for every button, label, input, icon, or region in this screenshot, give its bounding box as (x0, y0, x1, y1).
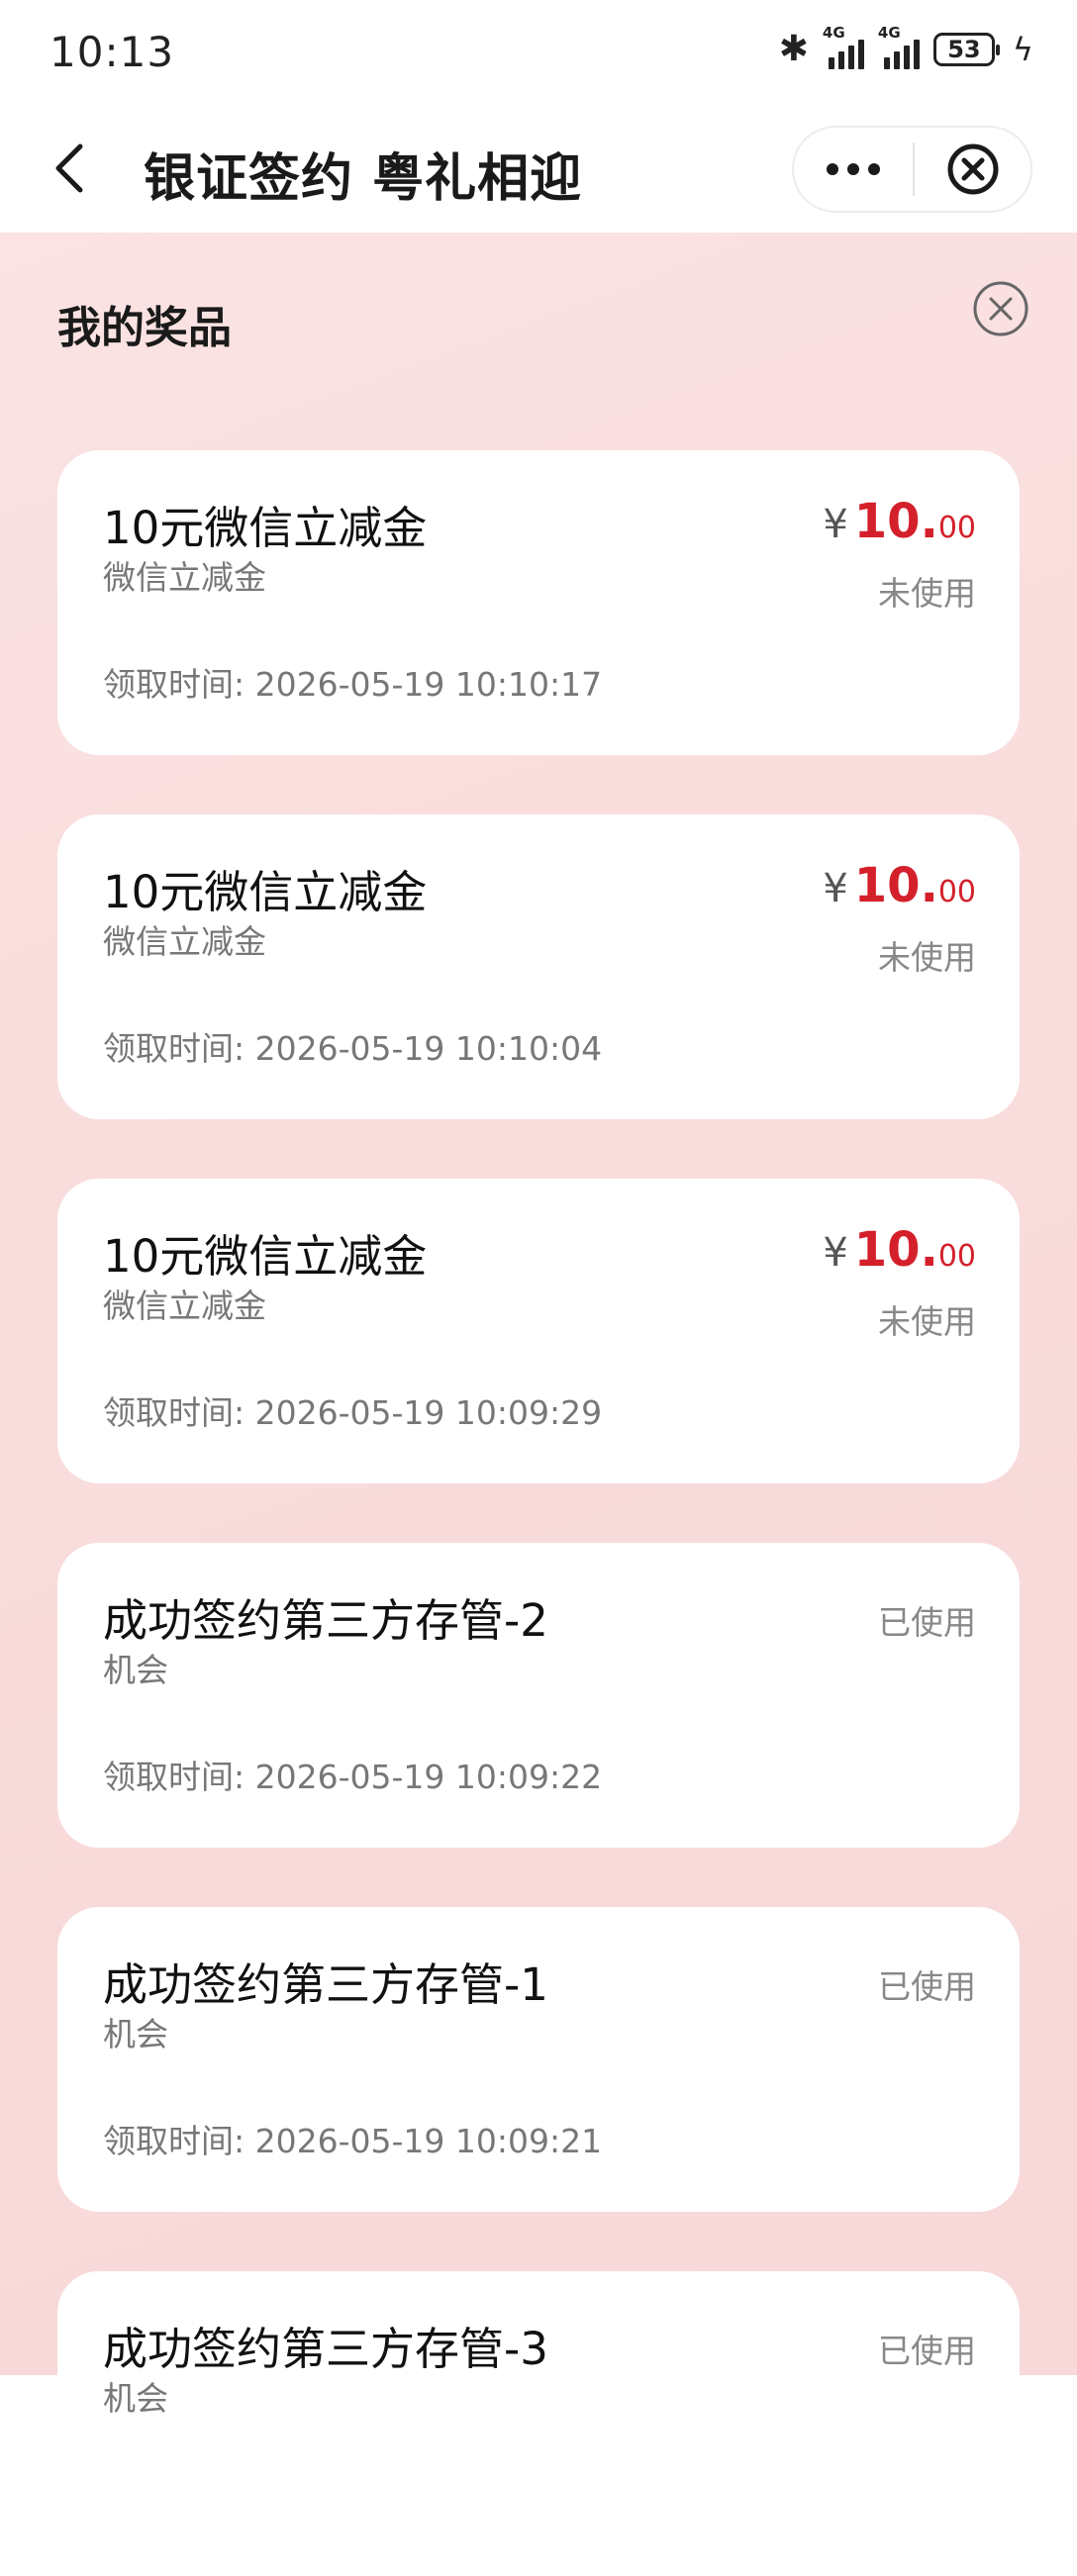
claim-time: 领取时间: 2026-05-19 10:09:29 (103, 1386, 602, 1434)
prize-status: 未使用 (878, 1302, 976, 1341)
claim-time-value: 2026-05-19 10:09:29 (254, 1393, 603, 1432)
prize-status: 未使用 (878, 938, 976, 977)
prize-name: 10元微信立减金 (103, 1230, 428, 1283)
claim-time-label: 领取时间: (103, 2122, 255, 2160)
prize-status: 已使用 (878, 1967, 976, 2006)
battery-icon: 53 (932, 33, 1000, 66)
prize-type: 微信立减金 (103, 558, 266, 597)
claim-time: 领取时间: 2026-05-19 10:10:17 (103, 658, 602, 706)
prize-sheet: 我的奖品 10元微信立减金 微信立减金 领取时间: 2026-05-19 10:… (0, 233, 1077, 2576)
prize-status: 已使用 (878, 1603, 976, 1642)
currency-symbol: ¥ (823, 502, 848, 547)
claim-time-label: 领取时间: (103, 1029, 255, 1068)
status-bar: 10:13 ✱ 4G 4G 53 ϟ (0, 0, 1077, 109)
prize-name: 10元微信立减金 (103, 502, 428, 554)
currency-symbol: ¥ (823, 866, 848, 911)
prize-name: 成功签约第三方存管-2 (103, 1594, 548, 1647)
prize-type: 微信立减金 (103, 922, 266, 961)
amount-integer: 10. (853, 1222, 938, 1278)
signal-tag: 4G (822, 24, 845, 42)
more-dot-icon (827, 163, 838, 175)
prize-amount: ¥ 10. 00 (823, 1222, 976, 1278)
more-button[interactable] (794, 128, 913, 211)
claim-time-value: 2026-05-19 10:09:22 (254, 1758, 603, 1796)
claim-time: 领取时间: 2026-05-19 10:09:22 (103, 1751, 602, 1798)
sheet-title: 我的奖品 (57, 303, 232, 353)
amount-integer: 10. (853, 858, 938, 913)
prize-type: 微信立减金 (103, 1287, 266, 1325)
prize-type: 机会 (103, 2015, 168, 2053)
signal-icon: 4G (823, 24, 864, 69)
battery-level: 53 (947, 36, 981, 63)
miniprogram-capsule (792, 126, 1032, 213)
prize-amount: ¥ 10. 00 (823, 858, 976, 913)
chevron-left-icon (55, 143, 83, 193)
amount-decimal: 00 (937, 1239, 976, 1274)
more-dot-icon (847, 163, 859, 175)
signal-icon: 4G (878, 24, 920, 69)
prize-name: 成功签约第三方存管-3 (103, 2323, 548, 2375)
claim-time-value: 2026-05-19 10:10:17 (254, 665, 603, 704)
claim-time-value: 2026-05-19 10:10:04 (254, 1029, 603, 1068)
amount-decimal: 00 (937, 511, 976, 545)
prize-card[interactable]: 10元微信立减金 微信立减金 领取时间: 2026-05-19 10:09:29… (57, 1179, 1020, 1483)
currency-symbol: ¥ (823, 1230, 848, 1276)
signal-tag: 4G (877, 24, 901, 42)
prize-name: 10元微信立减金 (103, 866, 428, 918)
prize-status: 已使用 (878, 2332, 976, 2370)
amount-integer: 10. (853, 494, 938, 549)
prize-type: 机会 (103, 2379, 168, 2418)
prize-name: 成功签约第三方存管-1 (103, 1958, 548, 2011)
status-time: 10:13 (49, 28, 175, 76)
prize-status: 未使用 (878, 574, 976, 613)
claim-time-label: 领取时间: (103, 1758, 255, 1796)
back-button[interactable] (40, 139, 99, 198)
amount-decimal: 00 (937, 875, 976, 909)
claim-time-value: 2026-05-19 10:09:21 (254, 2122, 603, 2160)
prize-amount: ¥ 10. 00 (823, 494, 976, 549)
claim-time: 领取时间: 2026-05-19 10:10:04 (103, 1022, 602, 1070)
prize-card[interactable]: 成功签约第三方存管-2 机会 领取时间: 2026-05-19 10:09:22… (57, 1543, 1020, 1848)
claim-time-label: 领取时间: (103, 665, 255, 704)
prize-card[interactable]: 10元微信立减金 微信立减金 领取时间: 2026-05-19 10:10:04… (57, 814, 1020, 1119)
prize-card[interactable]: 成功签约第三方存管-3 机会 已使用 (57, 2271, 1020, 2576)
close-circle-icon (973, 281, 1028, 336)
bluetooth-icon: ✱ (778, 29, 809, 69)
claim-time-label: 领取时间: (103, 1393, 255, 1432)
sheet-close-button[interactable] (972, 280, 1029, 337)
charging-icon: ϟ (1012, 31, 1033, 68)
page-title: 银证签约 粤礼相迎 (144, 149, 583, 209)
status-icons: ✱ 4G 4G 53 ϟ (778, 24, 1033, 69)
prize-type: 机会 (103, 1651, 168, 1689)
close-circle-icon (947, 143, 998, 195)
more-dot-icon (868, 163, 880, 175)
close-miniprogram-button[interactable] (915, 128, 1030, 211)
nav-bar: 银证签约 粤礼相迎 (0, 109, 1077, 233)
prize-card[interactable]: 10元微信立减金 微信立减金 领取时间: 2026-05-19 10:10:17… (57, 450, 1020, 755)
prize-card[interactable]: 成功签约第三方存管-1 机会 领取时间: 2026-05-19 10:09:21… (57, 1907, 1020, 2212)
claim-time: 领取时间: 2026-05-19 10:09:21 (103, 2115, 602, 2162)
